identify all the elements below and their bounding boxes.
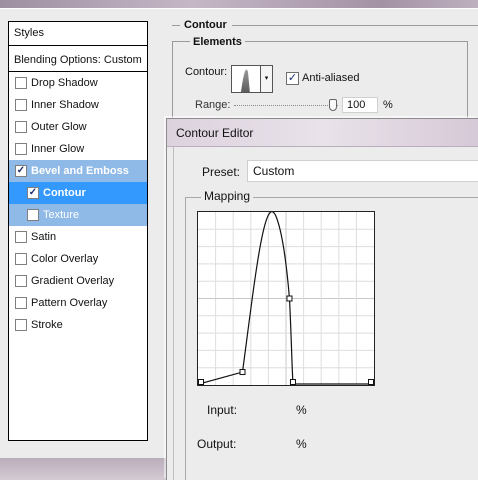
style-item-label: Inner Shadow (31, 99, 99, 111)
chevron-down-icon: ▾ (264, 75, 269, 82)
contour-editor-title: Contour Editor (176, 126, 254, 140)
style-item-drop-shadow[interactable]: Drop Shadow (9, 72, 147, 94)
style-item-gradient-overlay[interactable]: Gradient Overlay (9, 270, 147, 292)
style-item-label: Texture (43, 209, 80, 221)
range-value-field[interactable]: 100 (342, 97, 378, 113)
style-checkbox-pattern-overlay[interactable] (15, 297, 27, 309)
styles-list: Styles Blending Options: Custom Drop Sha… (8, 21, 148, 441)
style-item-label: Satin (31, 231, 57, 243)
curve-control-point[interactable] (239, 369, 246, 376)
contour-preview-icon (232, 66, 260, 92)
style-item-inner-shadow[interactable]: Inner Shadow (9, 94, 147, 116)
style-item-label: Outer Glow (31, 121, 87, 133)
style-item-stroke[interactable]: Stroke (9, 314, 147, 336)
styles-header-label: Styles (14, 27, 44, 39)
style-checkbox-color-overlay[interactable] (15, 253, 27, 265)
check-icon: ✓ (28, 187, 38, 198)
style-items: Drop Shadow Inner Shadow Outer Glow Inner G… (9, 72, 147, 336)
desktop-background (0, 0, 478, 8)
style-checkbox-drop-shadow[interactable] (15, 77, 27, 89)
curve-control-point[interactable] (368, 379, 374, 385)
preset-label: Preset: (202, 165, 241, 179)
output-unit: % (296, 437, 307, 451)
style-checkbox-inner-glow[interactable] (15, 143, 27, 155)
style-item-label: Contour (43, 187, 86, 199)
curve-canvas[interactable] (198, 211, 374, 385)
preset-value: Custom (253, 164, 295, 178)
range-unit: % (383, 99, 393, 111)
style-item-label: Inner Glow (31, 143, 85, 155)
style-checkbox-outer-glow[interactable] (15, 121, 27, 133)
mapping-group-title: Mapping (201, 189, 254, 203)
style-item-outer-glow[interactable]: Outer Glow (9, 116, 147, 138)
styles-header[interactable]: Styles (9, 22, 147, 46)
style-checkbox-inner-shadow[interactable] (15, 99, 27, 111)
blending-options-label: Blending Options: Custom (14, 54, 142, 66)
contour-curve-graph[interactable] (197, 211, 375, 386)
curve-control-point[interactable] (198, 379, 204, 385)
antialiased-checkbox[interactable]: ✓ (286, 72, 299, 85)
style-item-color-overlay[interactable]: Color Overlay (9, 248, 147, 270)
contour-editor-titlebar[interactable]: Contour Editor (167, 119, 478, 147)
range-slider-handle[interactable] (329, 99, 337, 111)
style-item-inner-glow[interactable]: Inner Glow (9, 138, 147, 160)
curve-control-point[interactable] (286, 295, 293, 302)
curve-control-point[interactable] (289, 379, 296, 385)
style-item-texture[interactable]: Texture (9, 204, 147, 226)
style-item-contour[interactable]: ✓ Contour (9, 182, 147, 204)
style-checkbox-bevel-and-emboss[interactable]: ✓ (15, 165, 27, 177)
contour-label: Contour: (185, 66, 228, 78)
section-rule-right (232, 25, 478, 26)
style-item-label: Bevel and Emboss (31, 165, 129, 177)
style-item-bevel-and-emboss[interactable]: ✓ Bevel and Emboss (9, 160, 147, 182)
style-item-label: Color Overlay (31, 253, 99, 265)
style-checkbox-satin[interactable] (15, 231, 27, 243)
antialiased-label: Anti-aliased (302, 72, 360, 84)
contour-dropdown-button[interactable]: ▾ (261, 65, 273, 93)
style-item-pattern-overlay[interactable]: Pattern Overlay (9, 292, 147, 314)
style-item-label: Pattern Overlay (31, 297, 108, 309)
blending-options-item[interactable]: Blending Options: Custom (9, 48, 147, 72)
style-item-satin[interactable]: Satin (9, 226, 147, 248)
section-rule-left (172, 25, 180, 26)
range-label: Range: (195, 99, 231, 111)
output-label: Output: (197, 437, 237, 451)
contour-picker-thumbnail[interactable] (231, 65, 261, 93)
range-value: 100 (347, 99, 366, 111)
contour-section-title: Contour (184, 19, 227, 31)
style-checkbox-stroke[interactable] (15, 319, 27, 331)
style-checkbox-texture[interactable] (27, 209, 39, 221)
check-icon: ✓ (287, 72, 298, 84)
check-icon: ✓ (16, 165, 26, 176)
style-item-label: Drop Shadow (31, 77, 98, 89)
style-checkbox-contour[interactable]: ✓ (27, 187, 39, 199)
style-item-label: Stroke (31, 319, 63, 331)
preset-select[interactable]: Custom (247, 160, 478, 182)
range-slider-track[interactable] (234, 105, 338, 106)
input-unit: % (296, 403, 307, 417)
style-checkbox-gradient-overlay[interactable] (15, 275, 27, 287)
elements-group-title: Elements (190, 36, 245, 48)
style-item-label: Gradient Overlay (31, 275, 115, 287)
input-label: Input: (207, 403, 238, 417)
contour-editor-window: Contour Editor Preset: Custom Mapping In… (166, 118, 478, 480)
